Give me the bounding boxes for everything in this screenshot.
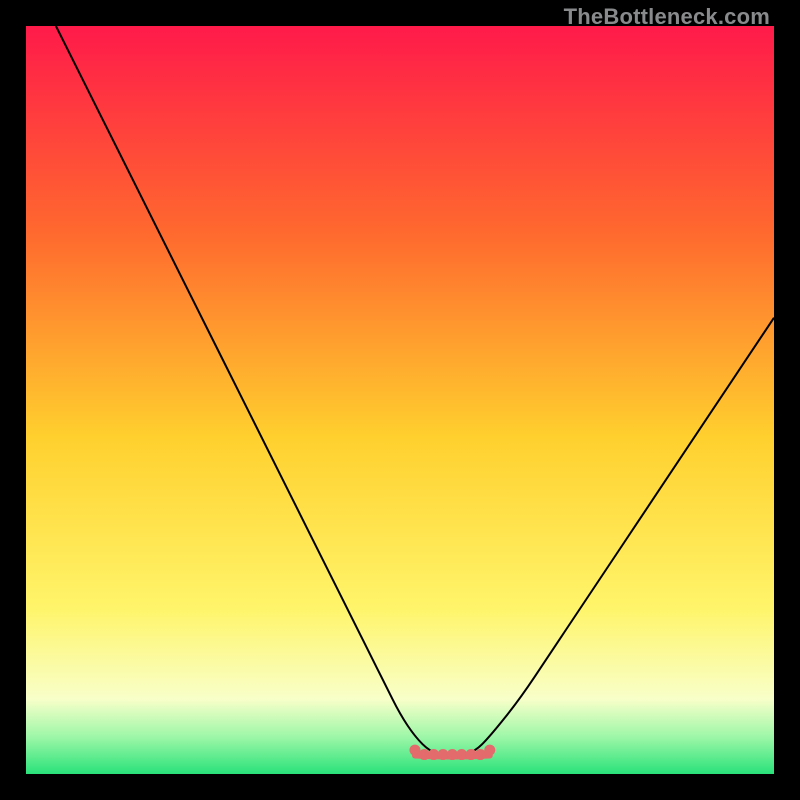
gradient-background [26, 26, 774, 774]
watermark-text: TheBottleneck.com [564, 4, 770, 30]
flat-region-dot [484, 745, 495, 756]
chart-frame [26, 26, 774, 774]
flat-region-dot [475, 749, 486, 760]
flat-region-dot [409, 745, 420, 756]
bottleneck-chart [26, 26, 774, 774]
